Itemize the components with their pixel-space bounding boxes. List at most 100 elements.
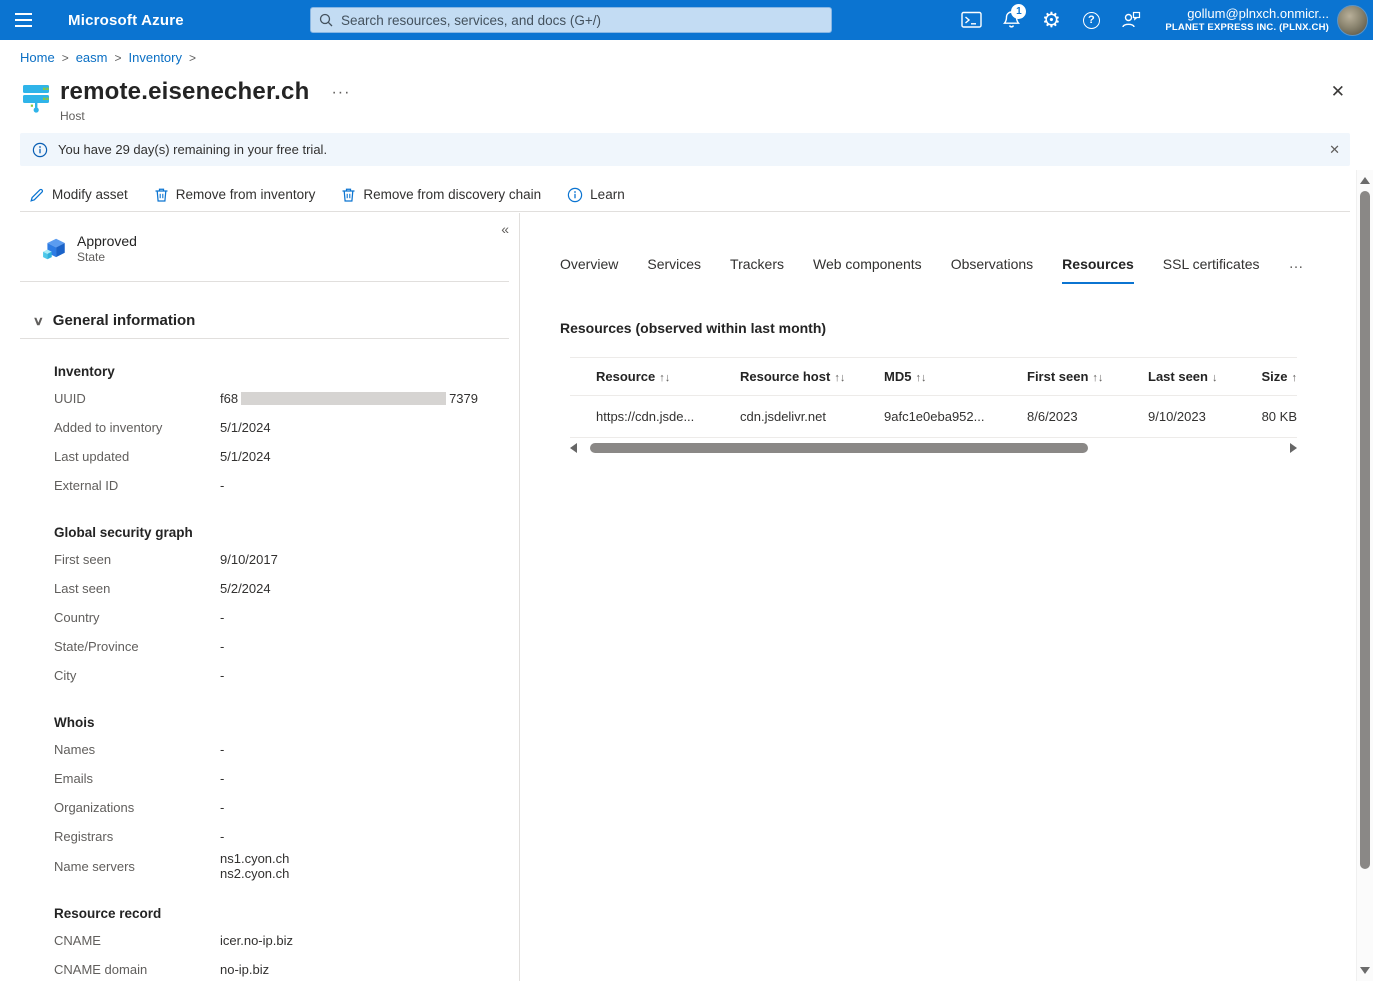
user-avatar[interactable] — [1337, 5, 1368, 36]
tab-trackers[interactable]: Trackers — [730, 256, 784, 284]
resources-table: Resource↑↓ Resource host↑↓ MD5↑↓ First s… — [570, 357, 1297, 438]
name-servers-row: Name servers ns1.cyon.ch ns2.cyon.ch — [54, 851, 489, 881]
last-updated-row: Last updated 5/1/2024 — [54, 442, 489, 471]
group-title: Resource record — [54, 906, 489, 921]
scroll-down-icon[interactable] — [1360, 967, 1370, 974]
remove-from-inventory-button[interactable]: Remove from inventory — [145, 182, 325, 208]
column-header-size[interactable]: Size↑ — [1240, 369, 1297, 384]
notification-badge: 1 — [1011, 4, 1026, 19]
cell-md5: 9afc1e0eba952... — [884, 409, 1027, 424]
vertical-scrollbar[interactable] — [1356, 170, 1373, 981]
sort-icon: ↑ — [1292, 372, 1298, 384]
horizontal-scroll-thumb[interactable] — [590, 443, 1088, 453]
tab-web-components[interactable]: Web components — [813, 256, 922, 284]
column-header-md5[interactable]: MD5↑↓ — [884, 369, 1027, 384]
breadcrumb-home[interactable]: Home — [20, 50, 55, 65]
column-header-resource-host[interactable]: Resource host↑↓ — [740, 369, 884, 384]
user-organization: PLANET EXPRESS INC. (PLNX.CH) — [1165, 22, 1329, 34]
redacted-block — [241, 392, 446, 405]
column-header-resource[interactable]: Resource↑↓ — [570, 369, 740, 384]
asset-state: Approved State — [42, 233, 519, 264]
detail-tabs: Overview Services Trackers Web component… — [560, 255, 1356, 284]
azure-easm-asset-page: Microsoft Azure 1 — [0, 0, 1373, 981]
host-asset-icon — [20, 80, 54, 114]
settings-gear-icon[interactable]: ⚙ — [1031, 0, 1071, 40]
feedback-icon[interactable] — [1111, 0, 1151, 40]
scroll-right-icon[interactable] — [1290, 443, 1297, 453]
tab-resources[interactable]: Resources — [1062, 256, 1134, 284]
cell-last-seen: 9/10/2023 — [1148, 409, 1240, 424]
info-icon — [32, 142, 48, 158]
pencil-icon — [29, 187, 45, 203]
resource-record-group: Resource record CNAME icer.no-ip.biz CNA… — [54, 906, 489, 981]
info-icon — [567, 187, 583, 203]
scroll-up-icon[interactable] — [1360, 177, 1370, 184]
breadcrumb-separator: > — [62, 51, 69, 65]
tab-services[interactable]: Services — [647, 256, 701, 284]
tabs-more-button[interactable]: … — [1289, 255, 1305, 284]
title-more-button[interactable]: ··· — [331, 84, 350, 102]
names-row: Names - — [54, 735, 489, 764]
sort-icon: ↑↓ — [834, 372, 845, 384]
breadcrumb: Home > easm > Inventory > — [20, 50, 196, 65]
trash-icon — [341, 187, 356, 203]
column-header-first-seen[interactable]: First seen↑↓ — [1027, 369, 1148, 384]
remove-from-discovery-chain-button[interactable]: Remove from discovery chain — [332, 182, 550, 208]
last-seen-row: Last seen 5/2/2024 — [54, 574, 489, 603]
organizations-row: Organizations - — [54, 793, 489, 822]
external-id-row: External ID - — [54, 471, 489, 500]
horizontal-scrollbar — [570, 441, 1297, 455]
group-title: Inventory — [54, 364, 489, 379]
inventory-group: Inventory UUID f687379 Added to inventor… — [54, 364, 489, 500]
cell-size: 80 KB — [1240, 409, 1297, 424]
tab-ssl-certificates[interactable]: SSL certificates — [1163, 256, 1260, 284]
banner-close-icon[interactable]: ✕ — [1329, 142, 1340, 158]
tab-observations[interactable]: Observations — [951, 256, 1033, 284]
resources-heading: Resources (observed within last month) — [560, 320, 1356, 336]
breadcrumb-inventory[interactable]: Inventory — [129, 50, 182, 65]
divider — [20, 338, 509, 339]
general-information-section[interactable]: ∨ General information — [34, 312, 519, 329]
table-row[interactable]: https://cdn.jsde... cdn.jsdelivr.net 9af… — [570, 396, 1297, 438]
cname-domain-row: CNAME domain no-ip.biz — [54, 955, 489, 981]
trash-icon — [154, 187, 169, 203]
cell-resource: https://cdn.jsde... — [570, 409, 740, 424]
sort-icon: ↑↓ — [659, 372, 670, 384]
state-value: Approved — [77, 233, 137, 249]
uuid-value: f687379 — [220, 391, 478, 406]
azure-brand[interactable]: Microsoft Azure — [68, 12, 184, 29]
collapse-panel-icon[interactable]: « — [501, 221, 509, 237]
cell-first-seen: 8/6/2023 — [1027, 409, 1148, 424]
sort-icon: ↑↓ — [915, 372, 926, 384]
breadcrumb-easm[interactable]: easm — [76, 50, 108, 65]
asset-detail-panel: Overview Services Trackers Web component… — [521, 213, 1356, 981]
notifications-bell-icon[interactable]: 1 — [991, 0, 1031, 40]
account-info[interactable]: gollum@plnxch.onmicr... PLANET EXPRESS I… — [1165, 6, 1329, 34]
global-search[interactable] — [310, 7, 832, 33]
modify-asset-button[interactable]: Modify asset — [20, 182, 137, 208]
sort-icon: ↓ — [1212, 372, 1218, 384]
registrars-row: Registrars - — [54, 822, 489, 851]
close-page-icon[interactable]: ✕ — [1331, 82, 1345, 102]
cloud-shell-icon[interactable] — [951, 0, 991, 40]
state-label: State — [77, 250, 137, 264]
scroll-left-icon[interactable] — [570, 443, 577, 453]
tab-overview[interactable]: Overview — [560, 256, 618, 284]
vertical-scroll-thumb[interactable] — [1360, 191, 1370, 869]
group-title: Global security graph — [54, 525, 489, 540]
horizontal-scroll-track[interactable] — [583, 443, 1284, 453]
hamburger-menu-icon[interactable] — [0, 0, 46, 40]
help-icon[interactable]: ? — [1071, 0, 1111, 40]
uuid-row: UUID f687379 — [54, 384, 489, 413]
column-header-last-seen[interactable]: Last seen↓ — [1148, 369, 1240, 384]
city-row: City - — [54, 661, 489, 690]
chevron-down-icon: ∨ — [33, 314, 44, 328]
asset-summary-panel: « Approved State ∨ General information I — [0, 213, 520, 981]
state-cube-icon — [42, 236, 68, 262]
emails-row: Emails - — [54, 764, 489, 793]
trial-banner: You have 29 day(s) remaining in your fre… — [20, 133, 1350, 166]
search-input[interactable] — [341, 13, 823, 28]
added-to-inventory-row: Added to inventory 5/1/2024 — [54, 413, 489, 442]
learn-button[interactable]: Learn — [558, 182, 634, 208]
cname-row: CNAME icer.no-ip.biz — [54, 926, 489, 955]
